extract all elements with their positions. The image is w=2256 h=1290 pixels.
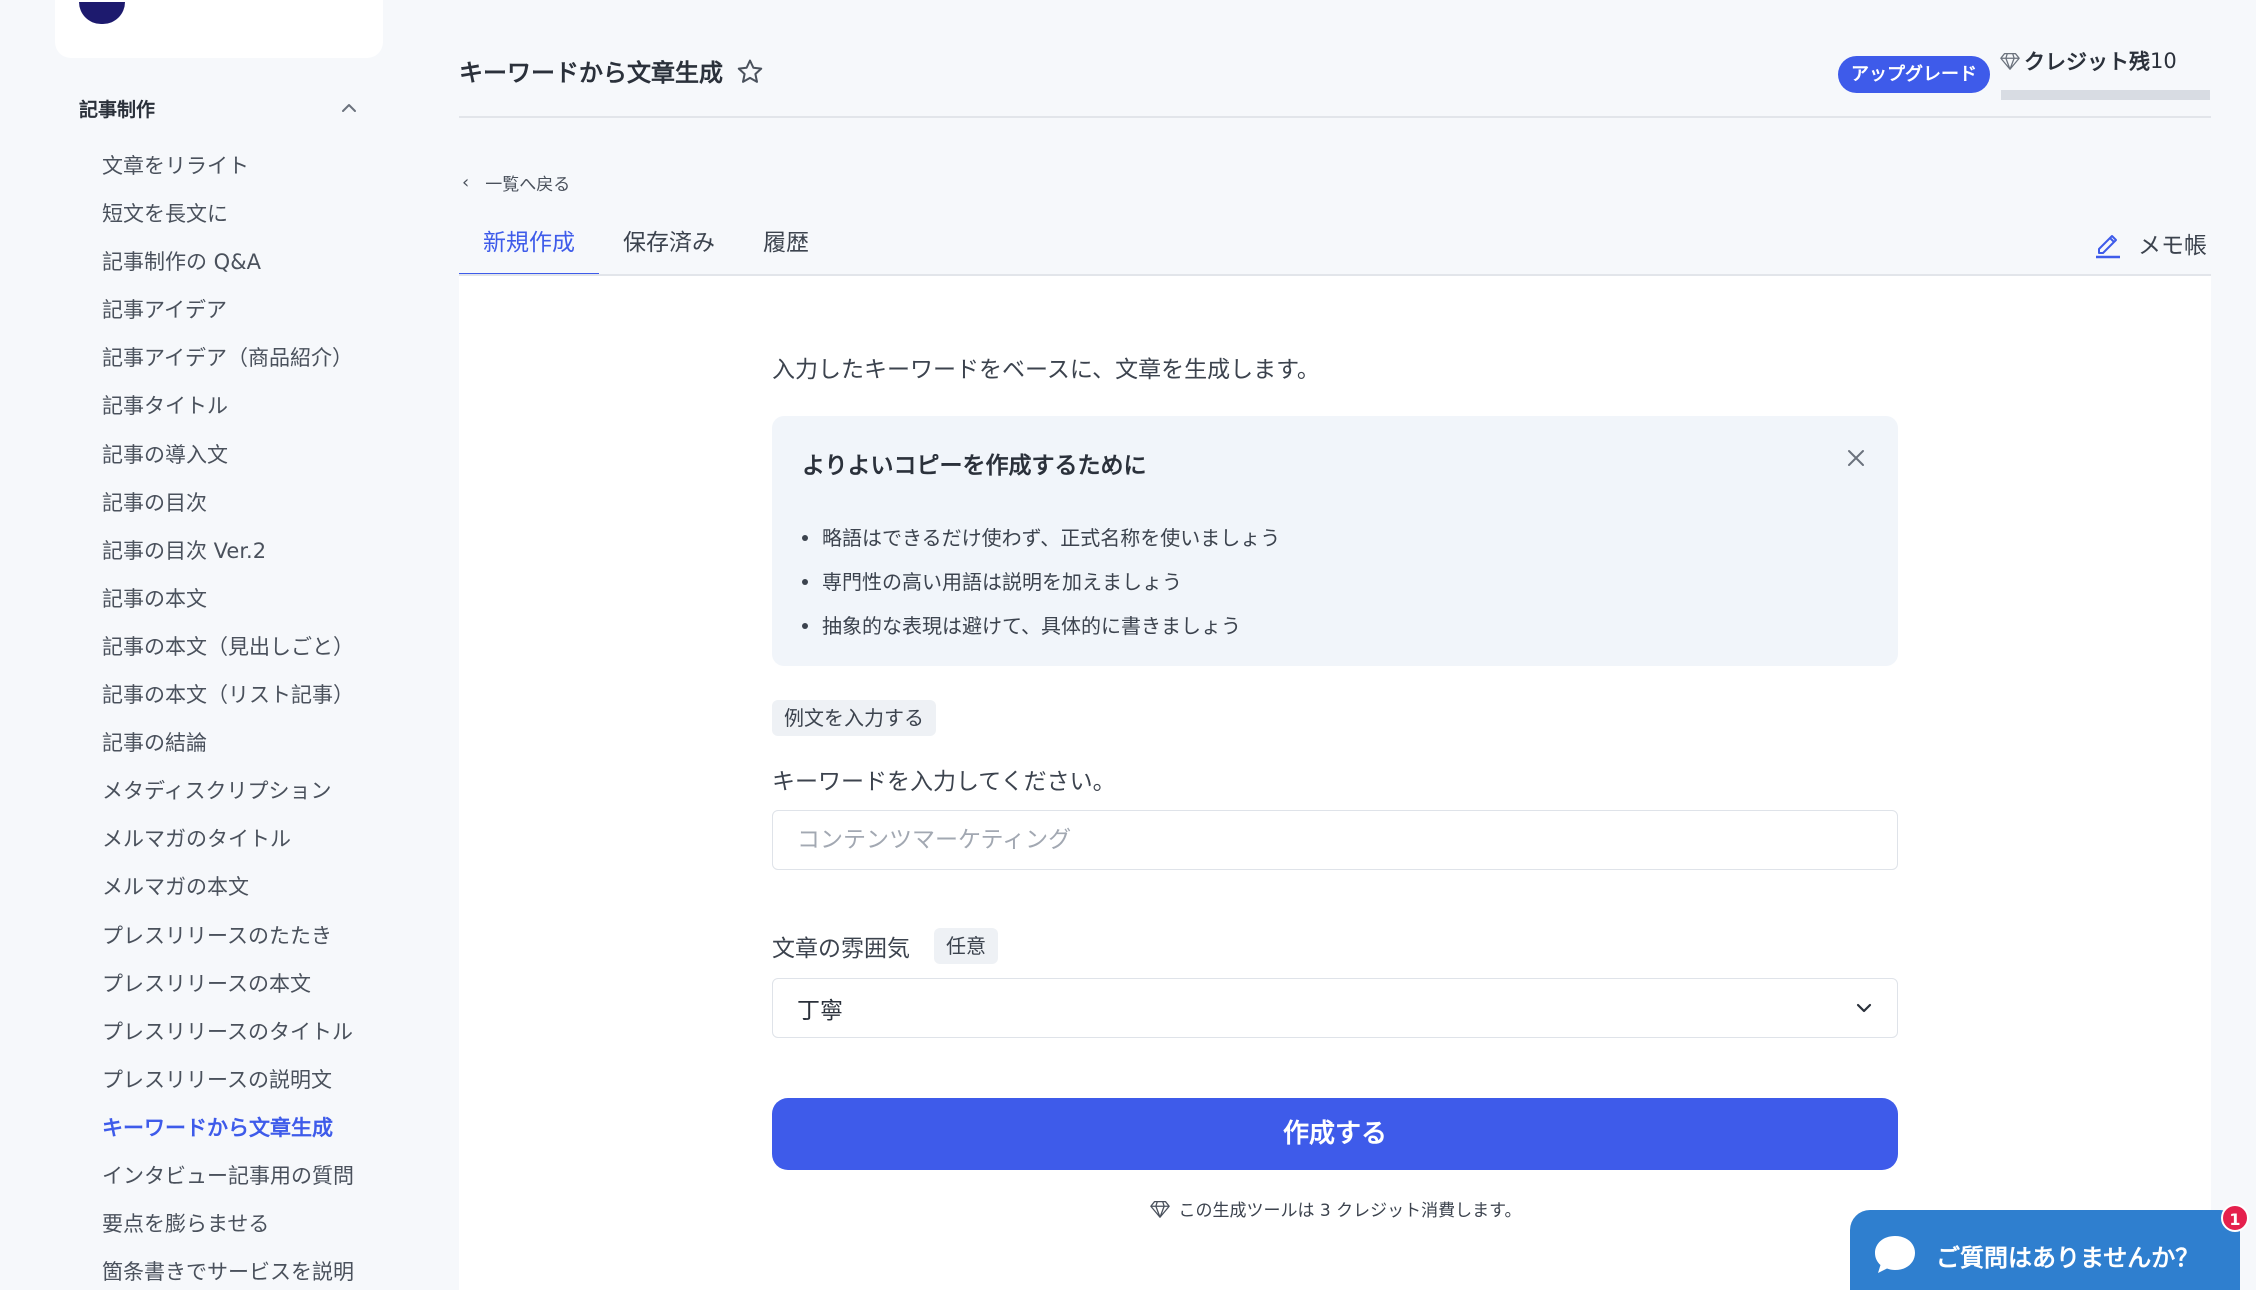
bullet-icon bbox=[802, 535, 808, 541]
sidebar-item-press-description[interactable]: プレスリリースの説明文 bbox=[102, 1056, 354, 1104]
sidebar-item-article-body-headings[interactable]: 記事の本文（見出しごと） bbox=[102, 623, 354, 671]
diamond-icon bbox=[2000, 53, 2020, 70]
intro-text: 入力したキーワードをベースに、文章を生成します。 bbox=[772, 357, 1320, 383]
sidebar-item-article-body-list[interactable]: 記事の本文（リスト記事） bbox=[102, 671, 354, 719]
keyword-input[interactable] bbox=[772, 810, 1898, 870]
tip-item-text: 専門性の高い用語は説明を加えましょう bbox=[822, 570, 1182, 594]
chevron-up-icon bbox=[342, 104, 356, 112]
create-button[interactable]: 作成する bbox=[772, 1098, 1898, 1170]
back-to-list-label: 一覧へ戻る bbox=[485, 175, 571, 195]
upgrade-button[interactable]: アップグレード bbox=[1838, 56, 1990, 93]
sidebar-item-press-draft[interactable]: プレスリリースのたたき bbox=[102, 912, 354, 960]
credit-label: クレジット残 bbox=[2024, 50, 2150, 74]
bullet-icon bbox=[802, 579, 808, 585]
sidebar-item-meta-description[interactable]: メタディスクリプション bbox=[102, 767, 354, 815]
mood-label-row: 文章の雰囲気 任意 bbox=[772, 928, 998, 964]
sidebar-nav-list: 文章をリライト 短文を長文に 記事制作の Q&A 記事アイデア 記事アイデア（商… bbox=[102, 142, 354, 1290]
credit-progress-bar bbox=[2001, 90, 2210, 100]
diamond-icon bbox=[1149, 1200, 1170, 1218]
mood-label: 文章の雰囲気 bbox=[772, 936, 910, 962]
back-to-list-link[interactable]: ‹ 一覧へ戻る bbox=[462, 170, 570, 195]
credit-cost-note: この生成ツールは 3 クレジット消費します。 bbox=[772, 1196, 1898, 1221]
mood-select[interactable]: 丁寧 bbox=[772, 978, 1898, 1038]
sidebar-item-article-conclusion[interactable]: 記事の結論 bbox=[102, 719, 354, 767]
sidebar-item-newsletter-title[interactable]: メルマガのタイトル bbox=[102, 815, 354, 863]
credit-value: 10 bbox=[2150, 49, 2177, 73]
bullet-icon bbox=[802, 623, 808, 629]
sidebar-item-article-toc[interactable]: 記事の目次 bbox=[102, 479, 354, 527]
logo-icon bbox=[79, 2, 125, 24]
sidebar-item-article-ideas-product[interactable]: 記事アイデア（商品紹介） bbox=[102, 334, 354, 382]
sidebar-section-title: 記事制作 bbox=[79, 98, 156, 121]
chevron-down-icon bbox=[1856, 1003, 1872, 1013]
tip-panel: よりよいコピーを作成するために 略語はできるだけ使わず、正式名称を使いましょう … bbox=[772, 416, 1898, 666]
insert-example-button[interactable]: 例文を入力する bbox=[772, 700, 936, 736]
sidebar-section-toggle[interactable]: 記事制作 bbox=[79, 92, 359, 124]
header-divider bbox=[459, 116, 2211, 118]
sidebar: 記事制作 文章をリライト 短文を長文に 記事制作の Q&A 記事アイデア 記事ア… bbox=[0, 0, 400, 1290]
sidebar-item-article-ideas[interactable]: 記事アイデア bbox=[102, 286, 354, 334]
tip-list: 略語はできるだけ使わず、正式名称を使いましょう 専門性の高い用語は説明を加えまし… bbox=[802, 516, 1280, 648]
chevron-left-icon: ‹ bbox=[462, 172, 470, 193]
sidebar-item-bullet-service[interactable]: 箇条書きでサービスを説明 bbox=[102, 1248, 354, 1290]
sidebar-item-article-title[interactable]: 記事タイトル bbox=[102, 382, 354, 430]
tip-item-text: 抽象的な表現は避けて、具体的に書きましょう bbox=[822, 614, 1241, 638]
tab-saved[interactable]: 保存済み bbox=[599, 222, 739, 276]
tab-history[interactable]: 履歴 bbox=[739, 222, 833, 276]
tip-item-text: 略語はできるだけ使わず、正式名称を使いましょう bbox=[822, 526, 1281, 550]
sidebar-item-article-qa[interactable]: 記事制作の Q&A bbox=[102, 238, 354, 286]
tab-new[interactable]: 新規作成 bbox=[459, 222, 599, 276]
page-title: キーワードから文章生成 bbox=[459, 59, 723, 87]
tip-item: 略語はできるだけ使わず、正式名称を使いましょう bbox=[802, 516, 1280, 560]
close-icon[interactable] bbox=[1844, 446, 1868, 470]
credit-cost-text: この生成ツールは 3 クレジット消費します。 bbox=[1178, 1201, 1522, 1221]
memo-label: メモ帳 bbox=[2138, 233, 2207, 259]
mood-select-value: 丁寧 bbox=[797, 998, 843, 1024]
tip-title: よりよいコピーを作成するために bbox=[802, 453, 1147, 479]
sidebar-item-press-body[interactable]: プレスリリースの本文 bbox=[102, 960, 354, 1008]
sidebar-item-rewrite[interactable]: 文章をリライト bbox=[102, 142, 354, 190]
main-content: 入力したキーワードをベースに、文章を生成します。 よりよいコピーを作成するために… bbox=[459, 276, 2211, 1290]
sidebar-item-press-title[interactable]: プレスリリースのタイトル bbox=[102, 1008, 354, 1056]
sidebar-item-keyword-to-text[interactable]: キーワードから文章生成 bbox=[102, 1104, 354, 1152]
sidebar-item-expand-points[interactable]: 要点を膨らませる bbox=[102, 1200, 354, 1248]
sidebar-item-article-body[interactable]: 記事の本文 bbox=[102, 575, 354, 623]
sidebar-item-interview-questions[interactable]: インタビュー記事用の質問 bbox=[102, 1152, 354, 1200]
chat-widget-label: ご質問はありませんか？ bbox=[1936, 1243, 2200, 1272]
tab-bar: 新規作成 保存済み 履歴 bbox=[459, 222, 833, 276]
chat-notification-badge: 1 bbox=[2221, 1204, 2249, 1232]
sidebar-item-article-intro[interactable]: 記事の導入文 bbox=[102, 431, 354, 479]
tip-item: 専門性の高い用語は説明を加えましょう bbox=[802, 560, 1280, 604]
chat-bubble-icon bbox=[1875, 1236, 1915, 1273]
optional-badge: 任意 bbox=[934, 928, 998, 964]
sidebar-item-article-toc-v2[interactable]: 記事の目次 Ver.2 bbox=[102, 527, 354, 575]
credit-balance: クレジット残 10 bbox=[1999, 46, 2177, 76]
logo-card[interactable] bbox=[55, 0, 383, 58]
tip-item: 抽象的な表現は避けて、具体的に書きましょう bbox=[802, 604, 1280, 648]
sidebar-item-short-to-long[interactable]: 短文を長文に bbox=[102, 190, 354, 238]
memo-button[interactable]: メモ帳 bbox=[2092, 226, 2207, 260]
pencil-icon bbox=[2096, 235, 2120, 259]
star-icon[interactable] bbox=[735, 57, 765, 87]
chat-widget-button[interactable]: ご質問はありませんか？ bbox=[1850, 1210, 2240, 1290]
keyword-label: キーワードを入力してください。 bbox=[772, 769, 1116, 795]
sidebar-item-newsletter-body[interactable]: メルマガの本文 bbox=[102, 863, 354, 911]
